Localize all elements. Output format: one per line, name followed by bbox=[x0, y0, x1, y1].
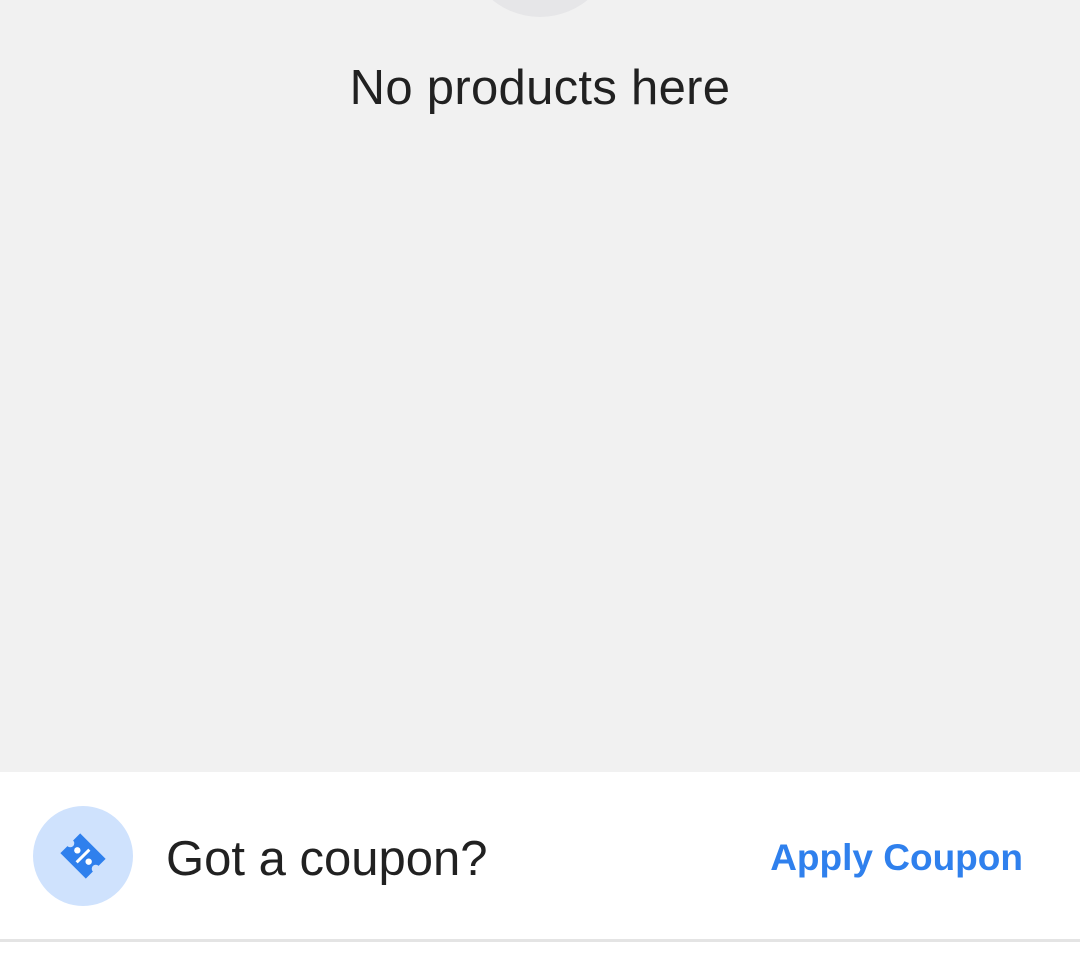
coupon-bar: Got a coupon? Apply Coupon bbox=[0, 772, 1080, 939]
cart-screen: No products here Got a coupon? Apply Cou… bbox=[0, 0, 1080, 953]
empty-state: No products here bbox=[0, 0, 1080, 772]
apply-coupon-button[interactable]: Apply Coupon bbox=[770, 835, 1023, 881]
empty-state-title: No products here bbox=[349, 61, 731, 115]
coupon-prompt: Got a coupon? bbox=[166, 832, 488, 886]
coupon-ticket-icon bbox=[60, 833, 106, 879]
bottom-spacer bbox=[0, 942, 1080, 953]
coupon-icon-badge bbox=[33, 806, 133, 906]
empty-cart-illustration bbox=[465, 0, 615, 17]
